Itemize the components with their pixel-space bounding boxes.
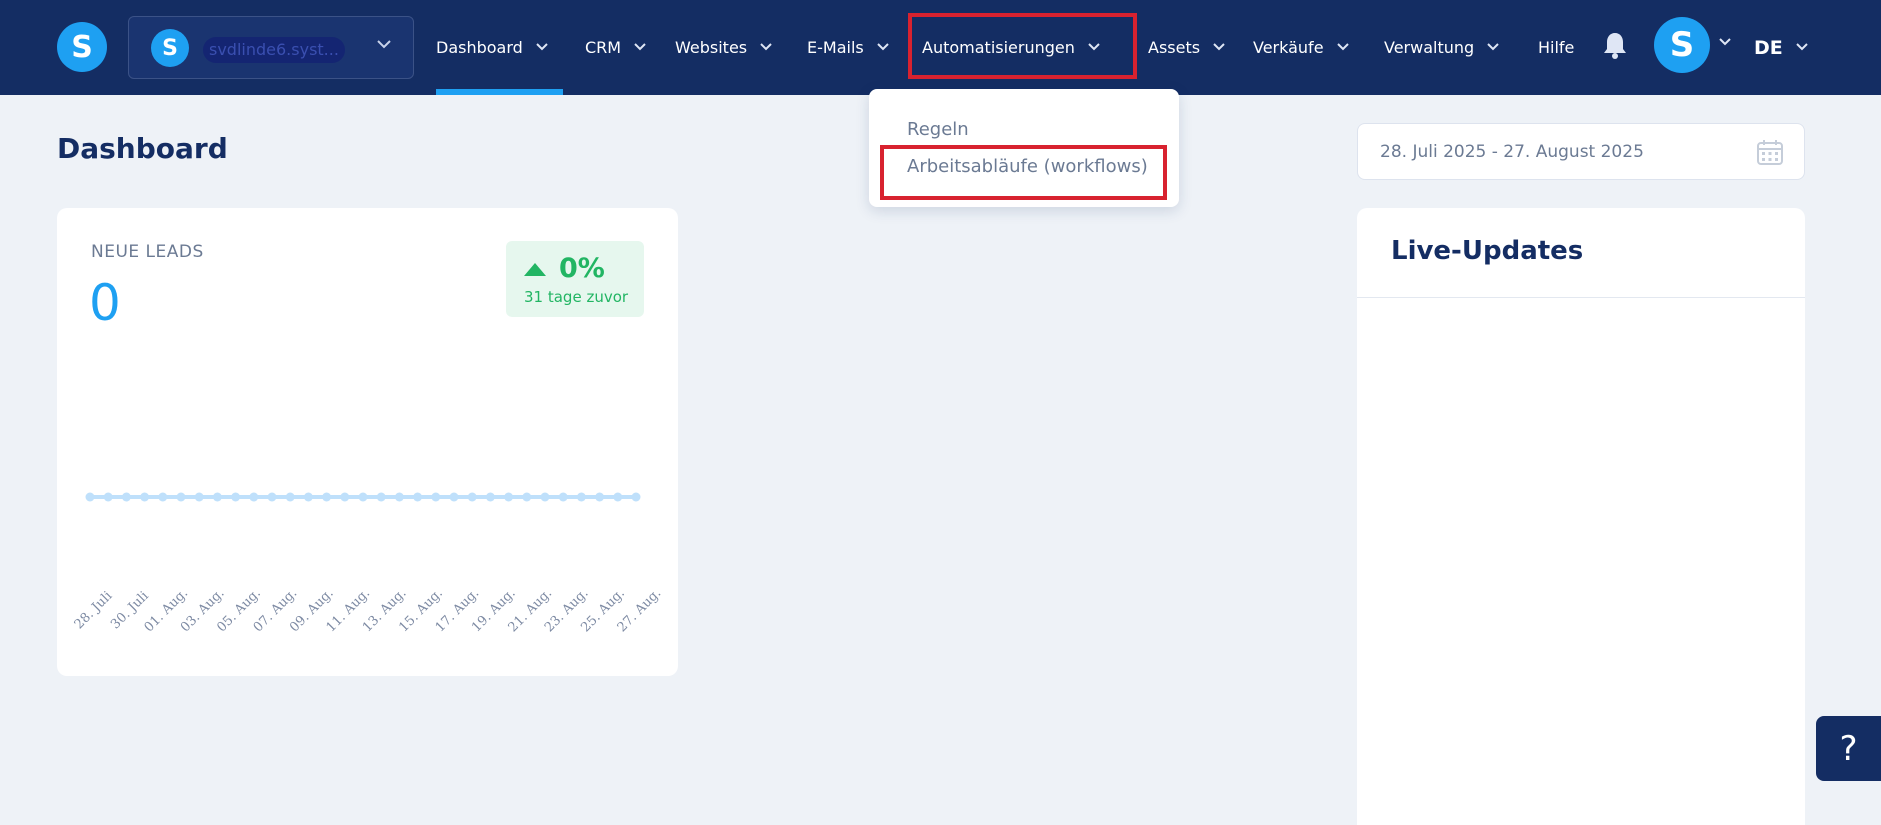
data-point xyxy=(85,492,95,502)
chevron-down-icon xyxy=(1212,39,1226,57)
chevron-down-icon xyxy=(1795,39,1809,57)
nav-websites[interactable]: Websites xyxy=(675,0,773,95)
data-point xyxy=(394,492,404,502)
nav-hilfe[interactable]: Hilfe xyxy=(1538,0,1574,95)
data-point xyxy=(267,492,277,502)
nav-websites-label: Websites xyxy=(675,38,748,57)
nav-verwaltung-label: Verwaltung xyxy=(1384,38,1475,57)
data-point xyxy=(376,492,386,502)
nav-automatisierungen[interactable]: Automatisierungen xyxy=(922,0,1101,95)
chevron-down-icon xyxy=(1336,39,1350,57)
data-point xyxy=(103,492,113,502)
data-point xyxy=(194,492,204,502)
divider xyxy=(1357,297,1805,298)
chevron-down-icon xyxy=(759,39,773,57)
menu-item-arbeitsablaeufe[interactable]: Arbeitsabläufe (workflows) xyxy=(907,156,1148,177)
data-point xyxy=(504,492,514,502)
chevron-down-icon xyxy=(535,39,549,57)
data-point xyxy=(121,492,131,502)
user-avatar[interactable]: S xyxy=(1654,17,1710,73)
data-point xyxy=(613,492,623,502)
data-point xyxy=(540,492,550,502)
nav-assets[interactable]: Assets xyxy=(1148,0,1226,95)
data-point xyxy=(158,492,168,502)
data-point xyxy=(431,492,441,502)
nav-crm-label: CRM xyxy=(585,38,622,57)
nav-verwaltung[interactable]: Verwaltung xyxy=(1384,0,1500,95)
data-point xyxy=(522,492,532,502)
data-point xyxy=(558,492,568,502)
nav-dashboard-label: Dashboard xyxy=(436,38,523,57)
leads-line-chart: 28. Juli30. Juli01. Aug.03. Aug.05. Aug.… xyxy=(72,492,664,635)
language-selector[interactable]: DE xyxy=(1754,0,1809,95)
chevron-down-icon[interactable] xyxy=(1718,34,1732,52)
page-title: Dashboard xyxy=(57,132,228,165)
chevron-down-icon xyxy=(1087,39,1101,57)
language-label: DE xyxy=(1754,36,1783,59)
data-point xyxy=(576,492,586,502)
automatisierungen-dropdown: Regeln Arbeitsabläufe (workflows) xyxy=(869,89,1179,207)
data-point xyxy=(231,492,241,502)
bell-icon[interactable] xyxy=(1603,31,1627,59)
data-point xyxy=(358,492,368,502)
nav-hilfe-label: Hilfe xyxy=(1538,38,1575,57)
chevron-down-icon xyxy=(633,39,647,57)
date-range-picker[interactable]: 28. Juli 2025 - 27. August 2025 xyxy=(1357,123,1805,180)
nav-assets-label: Assets xyxy=(1148,38,1201,57)
nav-verkaeufe-label: Verkäufe xyxy=(1253,38,1324,57)
nav-emails-label: E-Mails xyxy=(807,38,864,57)
chevron-down-icon xyxy=(1486,39,1500,57)
nav-dashboard[interactable]: Dashboard xyxy=(436,0,549,95)
nav-crm[interactable]: CRM xyxy=(585,0,647,95)
calendar-icon[interactable] xyxy=(1756,138,1784,166)
top-navbar: S S svdlinde6.syst... Dashboard CRM Webs… xyxy=(0,0,1881,95)
data-point xyxy=(303,492,313,502)
nav-emails[interactable]: E-Mails xyxy=(807,0,890,95)
nav-verkaeufe[interactable]: Verkäufe xyxy=(1253,0,1350,95)
data-point xyxy=(413,492,423,502)
date-range-value: 28. Juli 2025 - 27. August 2025 xyxy=(1380,142,1644,162)
data-point xyxy=(467,492,477,502)
data-point xyxy=(285,492,295,502)
menu-item-regeln[interactable]: Regeln xyxy=(907,119,969,140)
chevron-down-icon xyxy=(876,39,890,57)
data-point xyxy=(212,492,222,502)
account-logo: S xyxy=(151,29,189,67)
app-logo[interactable]: S xyxy=(57,22,107,72)
new-leads-card: NEUE LEADS 0 0% 31 tage zuvor 28. Juli 30… xyxy=(57,208,678,676)
data-point xyxy=(485,492,495,502)
data-point xyxy=(595,492,605,502)
data-point xyxy=(176,492,186,502)
data-point xyxy=(249,492,259,502)
data-point xyxy=(631,492,641,502)
data-point xyxy=(340,492,350,502)
live-updates-title: Live-Updates xyxy=(1391,236,1584,266)
nav-automatisierungen-label: Automatisierungen xyxy=(922,38,1075,57)
account-selector[interactable]: S svdlinde6.syst... xyxy=(128,16,414,79)
active-tab-indicator xyxy=(436,89,563,95)
help-button[interactable]: ? xyxy=(1816,716,1881,781)
data-point xyxy=(140,492,150,502)
data-point xyxy=(449,492,459,502)
x-tick-label: 28. Juli xyxy=(72,589,116,633)
data-point xyxy=(322,492,332,502)
live-updates-card: Live-Updates xyxy=(1357,208,1805,825)
chevron-down-icon xyxy=(375,35,393,58)
